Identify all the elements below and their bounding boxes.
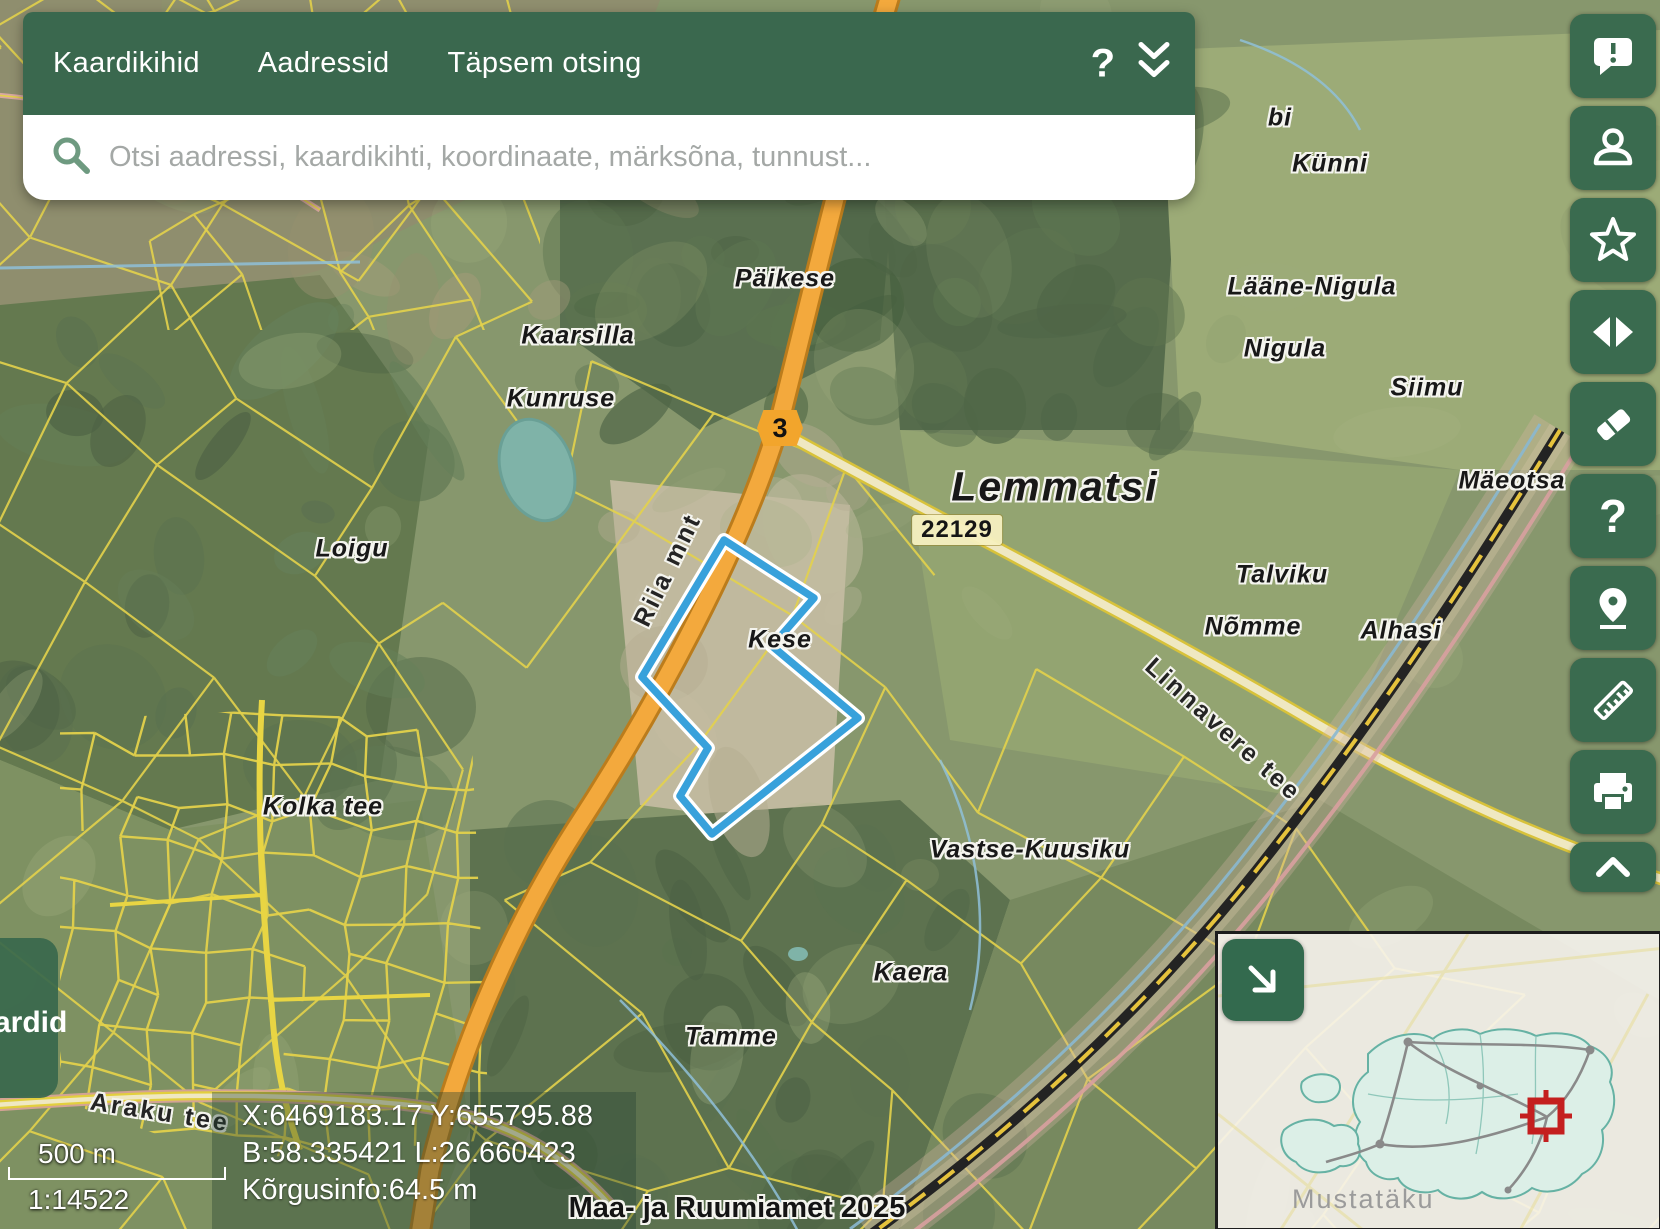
panel-tab-bar: Kaardikihid Aadressid Täpsem otsing ? [23,12,1195,115]
minimap-expand-button[interactable] [1222,939,1304,1021]
eraser-icon [1589,400,1637,448]
scale-bar: 500 m 1:14522 [8,1138,226,1216]
chevron-up-icon [1589,850,1637,884]
map-attribution: Maa- ja Ruumiamet 2025 [569,1192,906,1225]
overview-minimap[interactable]: Mustatäku [1215,931,1660,1229]
coord-xy: X:6469183.17 Y:655795.88 [242,1098,636,1135]
tab-kaardikihid[interactable]: Kaardikihid [53,47,200,80]
print-button[interactable] [1570,750,1656,834]
user-button[interactable] [1570,106,1656,190]
map-toolbar: ? [1570,14,1656,892]
help-button[interactable]: ? [1570,474,1656,558]
search-placeholder: Otsi aadressi, kaardikihti, koordinaate,… [109,141,871,174]
scale-ratio: 1:14522 [28,1184,226,1216]
feedback-icon [1589,32,1637,80]
measure-button[interactable] [1570,658,1656,742]
feedback-button[interactable] [1570,14,1656,98]
coord-bl: B:58.335421 L:26.660423 [242,1135,636,1172]
printer-icon [1589,768,1637,816]
arrow-down-right-icon [1241,958,1285,1002]
star-icon [1588,215,1638,265]
search-icon [49,133,93,182]
user-icon [1589,124,1637,172]
minimap-base-label: Mustatäku [1292,1184,1435,1215]
scale-value: 500 m [38,1138,226,1166]
help-icon[interactable]: ? [1091,41,1115,86]
compare-button[interactable] [1570,290,1656,374]
map-application: PäikeseKaarsillaKunruseLoiguLemmatsiKese… [0,0,1660,1229]
vegetation-blob [598,510,640,544]
tab-aadressid[interactable]: Aadressid [258,47,390,80]
compare-arrows-icon [1589,308,1637,356]
toolbar-collapse-button[interactable] [1570,842,1656,892]
chevron-double-down-icon[interactable] [1131,36,1177,91]
layers-side-tab-label: ardid [0,1006,67,1040]
eraser-button[interactable] [1570,382,1656,466]
ruler-icon [1588,675,1638,725]
location-pin-icon [1589,584,1637,632]
favorites-button[interactable] [1570,198,1656,282]
search-panel: Kaardikihid Aadressid Täpsem otsing ? Ot… [23,12,1195,200]
location-button[interactable] [1570,566,1656,650]
search-input[interactable]: Otsi aadressi, kaardikihti, koordinaate,… [23,115,1195,200]
layers-side-tab[interactable]: ardid [0,938,58,1098]
tab-tapsem-otsing[interactable]: Täpsem otsing [447,47,641,80]
question-icon: ? [1599,489,1627,543]
